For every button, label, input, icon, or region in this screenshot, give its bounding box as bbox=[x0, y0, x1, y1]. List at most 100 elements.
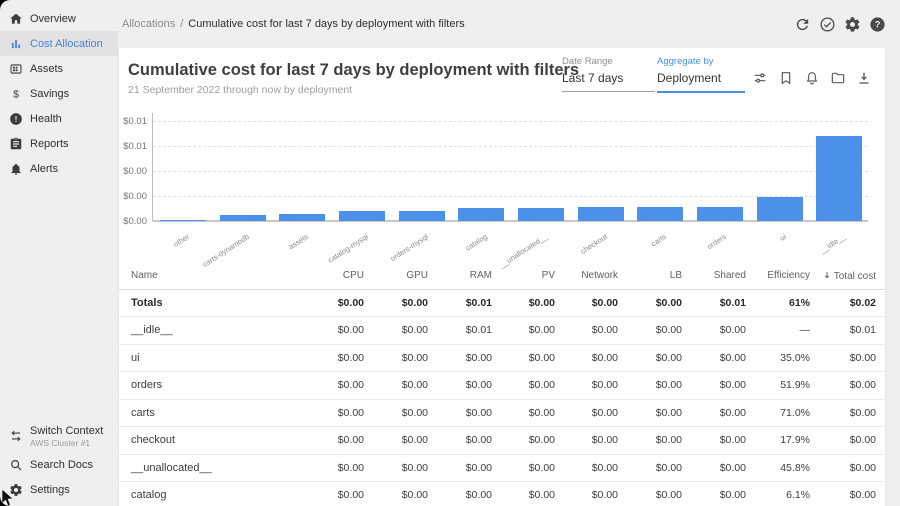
y-axis-tick-label: $0.01 bbox=[119, 141, 147, 152]
sidebar-item-savings[interactable]: $Savings bbox=[0, 81, 118, 106]
column-header-gpu[interactable]: GPU bbox=[366, 263, 430, 289]
row-cell: $0.00 bbox=[302, 482, 366, 506]
row-cell: $0.00 bbox=[430, 372, 494, 400]
y-axis-tick-label: $0.00 bbox=[119, 191, 147, 202]
column-header-pv[interactable]: PV bbox=[494, 263, 557, 289]
column-header-name[interactable]: Name bbox=[119, 263, 302, 289]
breadcrumb: Allocations / Cumulative cost for last 7… bbox=[122, 0, 465, 48]
row-cell: $0.00 bbox=[620, 482, 684, 506]
row-name[interactable]: Totals bbox=[119, 289, 302, 317]
bell-icon[interactable] bbox=[804, 70, 820, 86]
bar-__idle__[interactable] bbox=[816, 136, 862, 221]
bar-assets[interactable] bbox=[279, 214, 325, 221]
sidebar-item-label: Settings bbox=[30, 484, 70, 496]
sidebar-item-label: Search Docs bbox=[30, 459, 93, 471]
sidebar-item-assets[interactable]: Assets bbox=[0, 56, 118, 81]
bar-carts[interactable] bbox=[637, 207, 683, 221]
check-circle-icon[interactable] bbox=[819, 16, 836, 33]
svg-text:?: ? bbox=[875, 19, 881, 29]
x-axis-label: checkout bbox=[578, 232, 608, 256]
column-header-lb[interactable]: LB bbox=[620, 263, 684, 289]
row-cell: $0.00 bbox=[494, 372, 557, 400]
help-icon[interactable]: ? bbox=[869, 16, 886, 33]
row-cell: $0.00 bbox=[302, 289, 366, 317]
bar-other[interactable] bbox=[160, 220, 206, 221]
table-row-orders[interactable]: orders$0.00$0.00$0.00$0.00$0.00$0.00$0.0… bbox=[119, 372, 885, 400]
column-header-efficiency[interactable]: Efficiency bbox=[748, 263, 812, 289]
x-axis-label: catalog bbox=[464, 232, 489, 253]
table-row-catalog[interactable]: catalog$0.00$0.00$0.00$0.00$0.00$0.00$0.… bbox=[119, 482, 885, 506]
sidebar-item-label: Reports bbox=[30, 138, 69, 150]
row-cell: $0.00 bbox=[430, 427, 494, 455]
chart-gridline bbox=[153, 171, 868, 172]
aggregate-by-value[interactable]: Deployment bbox=[657, 71, 745, 93]
dollar-icon: $ bbox=[9, 87, 23, 101]
x-axis-label: orders bbox=[705, 232, 728, 251]
download-icon[interactable] bbox=[856, 70, 872, 86]
row-cell: $0.00 bbox=[366, 344, 430, 372]
bar-chart-icon bbox=[9, 37, 23, 51]
row-cell: $0.00 bbox=[557, 372, 620, 400]
bar-catalog[interactable] bbox=[458, 208, 504, 221]
sidebar-item-overview[interactable]: Overview bbox=[0, 6, 118, 31]
row-cell: $0.00 bbox=[430, 344, 494, 372]
row-cell: $0.00 bbox=[557, 427, 620, 455]
date-range-value[interactable]: Last 7 days bbox=[562, 71, 655, 92]
row-name[interactable]: __unallocated__ bbox=[119, 454, 302, 482]
bar-catalog-mysql[interactable] bbox=[339, 211, 385, 221]
column-header-ram[interactable]: RAM bbox=[430, 263, 494, 289]
column-header-total-cost[interactable]: Total cost bbox=[812, 263, 885, 289]
row-name[interactable]: checkout bbox=[119, 427, 302, 455]
bar-orders[interactable] bbox=[697, 207, 743, 221]
row-cell: $0.00 bbox=[812, 482, 885, 506]
row-name[interactable]: __idle__ bbox=[119, 317, 302, 345]
aggregate-by-picker[interactable]: Aggregate by Deployment bbox=[657, 56, 745, 93]
refresh-icon[interactable] bbox=[794, 16, 811, 33]
breadcrumb-current: Cumulative cost for last 7 days by deplo… bbox=[188, 18, 464, 30]
x-axis-label: __idle__ bbox=[818, 232, 847, 255]
sidebar-item-reports[interactable]: Reports bbox=[0, 131, 118, 156]
column-header-shared[interactable]: Shared bbox=[684, 263, 748, 289]
home-icon bbox=[9, 12, 23, 26]
table-row-__idle__[interactable]: __idle__$0.00$0.00$0.01$0.00$0.00$0.00$0… bbox=[119, 317, 885, 345]
row-cell: $0.00 bbox=[494, 317, 557, 345]
sidebar-item-health[interactable]: Health bbox=[0, 106, 118, 131]
table-row-totals[interactable]: Totals$0.00$0.00$0.01$0.00$0.00$0.00$0.0… bbox=[119, 289, 885, 317]
row-cell: $0.00 bbox=[684, 454, 748, 482]
column-header-network[interactable]: Network bbox=[557, 263, 620, 289]
row-cell: $0.01 bbox=[684, 289, 748, 317]
row-name[interactable]: orders bbox=[119, 372, 302, 400]
table-row-ui[interactable]: ui$0.00$0.00$0.00$0.00$0.00$0.00$0.0035.… bbox=[119, 344, 885, 372]
sidebar-item-switch-context[interactable]: Switch ContextAWS Cluster #1 bbox=[0, 420, 118, 452]
row-cell: $0.00 bbox=[366, 372, 430, 400]
sidebar-item-search-docs[interactable]: Search Docs bbox=[0, 452, 118, 477]
table-row-__unallocated__[interactable]: __unallocated__$0.00$0.00$0.00$0.00$0.00… bbox=[119, 454, 885, 482]
bar-checkout[interactable] bbox=[578, 207, 624, 221]
row-name[interactable]: catalog bbox=[119, 482, 302, 506]
date-range-picker[interactable]: Date Range Last 7 days bbox=[562, 56, 655, 92]
row-cell: $0.00 bbox=[684, 372, 748, 400]
table-row-checkout[interactable]: checkout$0.00$0.00$0.00$0.00$0.00$0.00$0… bbox=[119, 427, 885, 455]
bookmark-icon[interactable] bbox=[778, 70, 794, 86]
bar-carts-dynamodb[interactable] bbox=[220, 215, 266, 221]
row-cell: $0.00 bbox=[430, 482, 494, 506]
sidebar-item-cost-allocation[interactable]: Cost Allocation bbox=[0, 31, 118, 56]
x-axis-label: catalog-mysql bbox=[326, 232, 370, 265]
breadcrumb-parent-link[interactable]: Allocations bbox=[122, 18, 175, 30]
sidebar-item-label: Health bbox=[30, 113, 62, 125]
table-row-carts[interactable]: carts$0.00$0.00$0.00$0.00$0.00$0.00$0.00… bbox=[119, 399, 885, 427]
row-name[interactable]: carts bbox=[119, 399, 302, 427]
row-cell: $0.01 bbox=[430, 289, 494, 317]
sidebar-item-settings[interactable]: Settings bbox=[0, 477, 118, 502]
row-name[interactable]: ui bbox=[119, 344, 302, 372]
search-icon bbox=[9, 458, 23, 472]
bar-ui[interactable] bbox=[757, 197, 803, 221]
sidebar-item-alerts[interactable]: Alerts bbox=[0, 156, 118, 181]
row-cell: $0.00 bbox=[812, 454, 885, 482]
gear-icon[interactable] bbox=[844, 16, 861, 33]
bar-orders-mysql[interactable] bbox=[399, 211, 445, 221]
bar-__unallocated__[interactable] bbox=[518, 208, 564, 221]
column-header-cpu[interactable]: CPU bbox=[302, 263, 366, 289]
folder-icon[interactable] bbox=[830, 70, 846, 86]
tune-icon[interactable] bbox=[752, 70, 768, 86]
